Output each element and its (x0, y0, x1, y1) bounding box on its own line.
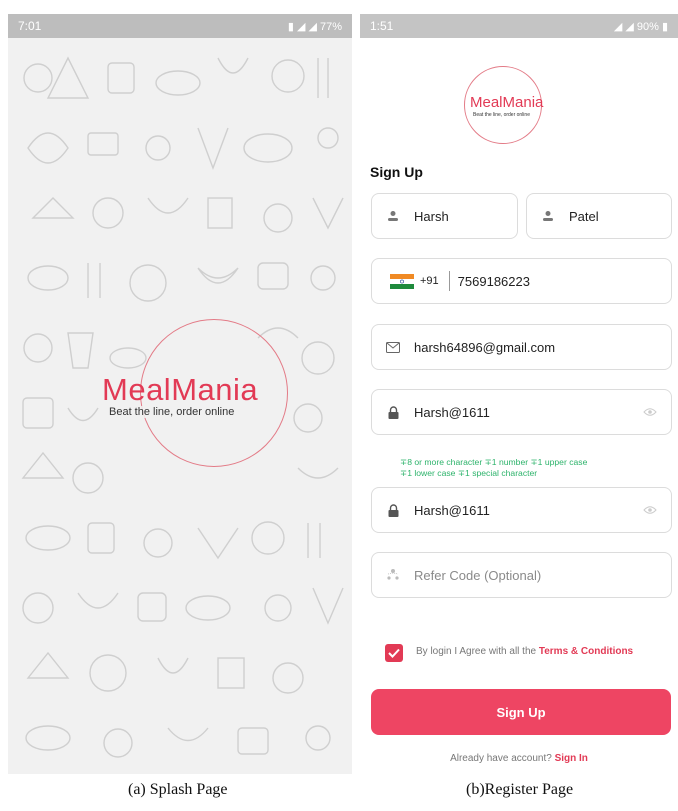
eye-icon[interactable] (643, 405, 657, 420)
confirm-password-field[interactable]: Harsh@1611 (371, 487, 672, 533)
brand-tagline: Beat the line, order online (107, 406, 237, 418)
password-value: Harsh@1611 (414, 404, 490, 420)
divider (448, 271, 450, 291)
status-bar: 1:51 ◢ ◢ 90% ▮ (360, 14, 678, 38)
first-name-value: Harsh (414, 208, 449, 224)
confirm-password-value: Harsh@1611 (414, 502, 490, 518)
signin-prompt: Already have account? Sign In (360, 753, 678, 764)
status-battery: ▮ ◢ ◢ 77% (287, 20, 342, 33)
agree-checkbox[interactable] (385, 644, 403, 662)
sign-up-button[interactable]: Sign Up (371, 689, 671, 735)
password-hint-line: ∓1 lower case ∓1 special character (400, 468, 538, 478)
sign-in-link[interactable]: Sign In (555, 753, 588, 764)
phone-value: 7569186223 (457, 273, 530, 289)
email-field[interactable]: harsh64896@gmail.com (371, 324, 672, 370)
page-title: Sign Up (370, 164, 423, 180)
india-flag-icon (390, 273, 414, 289)
country-code[interactable]: +91 (420, 275, 439, 287)
last-name-value: Patel (569, 208, 599, 224)
password-hint-line: ∓8 or more character ∓1 number ∓1 upper … (400, 457, 588, 467)
person-icon (386, 209, 400, 223)
phone-field[interactable]: +91 7569186223 (371, 258, 672, 304)
person-icon (541, 209, 555, 223)
already-text: Already have account? (450, 753, 552, 764)
status-bar: 7:01 ▮ ◢ ◢ 77% (8, 14, 352, 38)
lock-icon (386, 405, 400, 419)
checkmark-icon (388, 648, 400, 658)
brand-name: MealMania (470, 94, 544, 111)
register-caption: (b)Register Page (466, 781, 574, 798)
eye-icon[interactable] (643, 503, 657, 518)
refer-code-field[interactable]: Refer Code (Optional) (371, 552, 672, 598)
brand-tagline: Beat the line, order online (473, 112, 530, 118)
mail-icon (386, 340, 400, 354)
first-name-field[interactable]: Harsh (371, 193, 518, 239)
register-screen: 1:51 ◢ ◢ 90% ▮ MealMania Beat the line, … (360, 14, 678, 774)
terms-link[interactable]: Terms & Conditions (539, 646, 633, 657)
refer-code-placeholder: Refer Code (Optional) (414, 567, 542, 583)
agree-label: By login I Agree with all the (416, 646, 537, 657)
splash-screen: 7:01 ▮ ◢ ◢ 77% MealMania Beat the line, … (8, 14, 352, 774)
refer-icon (386, 568, 400, 582)
brand-name: MealMania (102, 372, 259, 407)
agree-text: By login I Agree with all the Terms & Co… (416, 646, 633, 657)
status-time: 7:01 (18, 19, 42, 33)
email-value: harsh64896@gmail.com (414, 339, 556, 355)
last-name-field[interactable]: Patel (526, 193, 672, 239)
splash-caption: (a) Splash Page (128, 781, 228, 798)
password-requirements: ∓8 or more character ∓1 number ∓1 upper … (400, 457, 678, 479)
status-battery: ◢ ◢ 90% ▮ (613, 20, 668, 33)
password-field[interactable]: Harsh@1611 (371, 389, 672, 435)
lock-icon (386, 503, 400, 517)
status-time: 1:51 (370, 19, 394, 33)
